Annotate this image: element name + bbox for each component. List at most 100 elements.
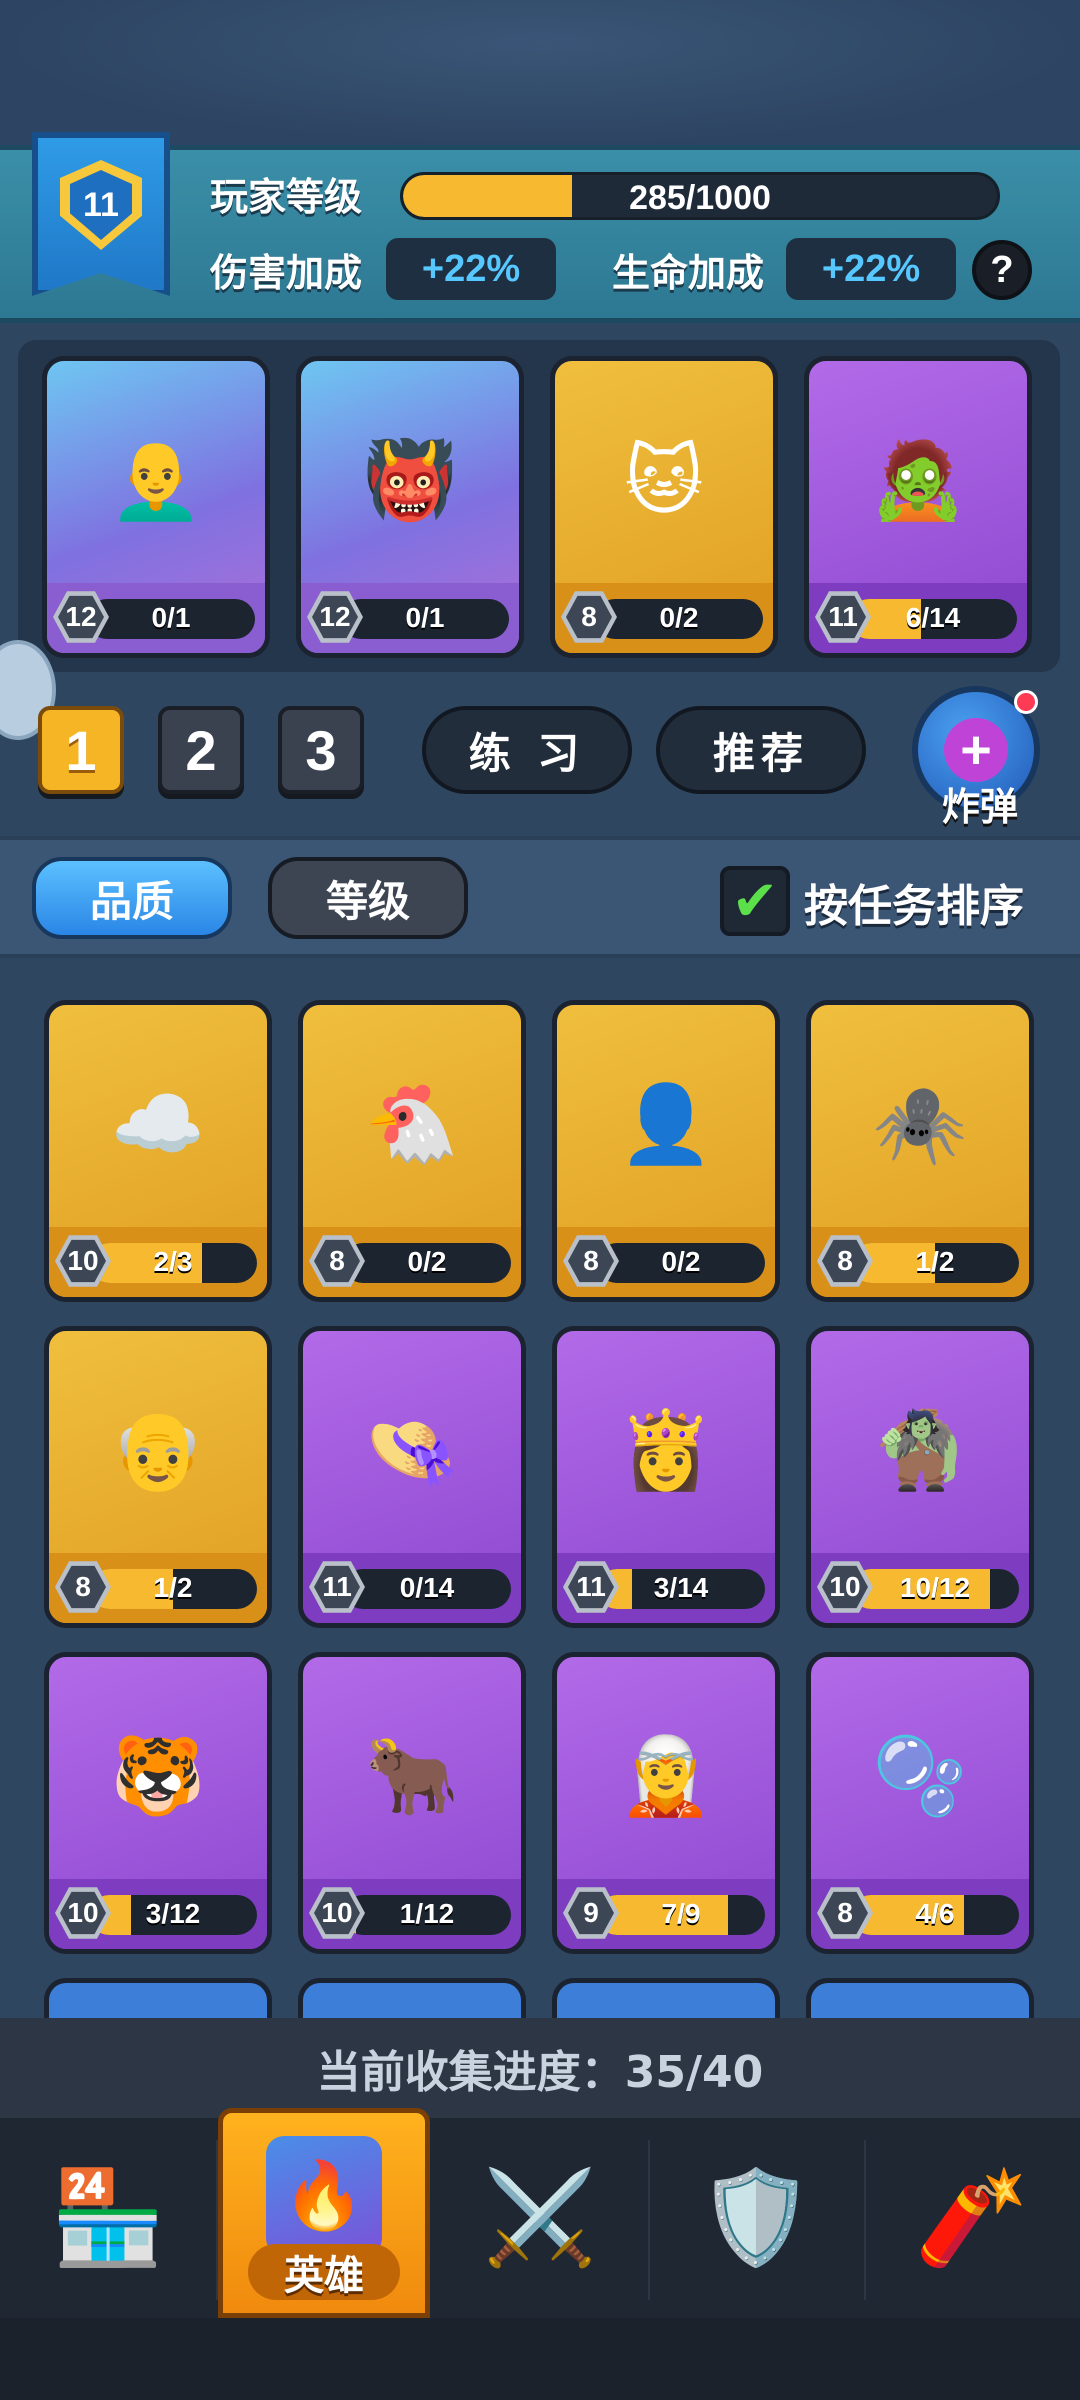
card-progress-text: 0/14 [399,1572,455,1603]
hero-portrait-icon: 👹 [362,435,458,524]
hero-level-number: 11 [820,595,866,639]
hero-card[interactable]: 👴 1/2 8 [44,1326,272,1628]
hero-card[interactable]: 👨‍🦲 0/1 12 [42,356,270,658]
nav-events[interactable]: 🧨 [864,2118,1080,2318]
card-progress-text: 2/3 [153,1246,193,1277]
practice-button[interactable]: 练 习 [422,706,632,794]
card-progress-bar: 0/1 [341,599,509,639]
nav-shop[interactable]: 🏪 [0,2118,216,2318]
task-sort-checkbox[interactable]: ✔ [720,866,790,936]
top-background [0,0,1080,145]
hero-level-number: 9 [568,1891,614,1935]
deck-tab-3[interactable]: 3 [278,706,364,794]
hero-card[interactable]: 🐔 0/2 8 [298,1000,526,1302]
hero-portrait-icon: 🫧 [872,1731,968,1820]
hero-level-number: 8 [60,1565,106,1609]
hero-level-number: 10 [60,1239,106,1283]
hero-level-number: 12 [58,595,104,639]
hero-level-number: 8 [822,1891,868,1935]
hero-level-number: 8 [314,1239,360,1283]
card-progress-bar: 6/14 [849,599,1017,639]
card-progress-bar: 3/14 [597,1569,765,1609]
hero-level-number: 10 [314,1891,360,1935]
hero-portrait-icon: 👤 [618,1079,714,1168]
hero-card[interactable]: 👒 0/14 11 [298,1326,526,1628]
hero-level-number: 8 [568,1239,614,1283]
hero-card[interactable]: 🧝 7/9 9 [552,1652,780,1954]
hero-portrait-icon: 🐂 [364,1731,460,1820]
card-progress-text: 6/14 [905,602,961,633]
hero-card[interactable]: 🧟 6/14 11 [804,356,1032,658]
hp-bonus-label: 生命加成 [612,251,765,295]
crossed-swords-icon: ⚔️ [482,2164,598,2271]
hero-portrait-icon: 🧝 [618,1731,714,1820]
nav-heroes-label: 英雄 [248,2244,400,2300]
card-progress-bar: 2/3 [89,1243,257,1283]
firecracker-icon: 🧨 [914,2164,1030,2271]
player-level-number: 11 [70,170,132,240]
task-sort-label: 按任务排序 [804,881,1024,932]
card-progress-text: 0/2 [661,1246,701,1277]
hero-portrait-icon: 🐔 [364,1079,460,1168]
hero-portrait-icon: 🐯 [110,1731,206,1820]
card-progress-text: 0/2 [659,602,699,633]
card-progress-text: 10/12 [899,1572,971,1603]
damage-bonus-value: +22% [386,238,556,300]
bomb-plus-icon: + [944,718,1008,782]
player-level-label: 玩家等级 [210,175,363,219]
card-progress-bar: 1/12 [343,1895,511,1935]
hero-portrait-icon: 🧟 [870,435,966,524]
xp-progress-text: 285/1000 [629,179,771,217]
card-progress-bar: 1/2 [89,1569,257,1609]
card-progress-bar: 4/6 [851,1895,1019,1935]
hero-level-number: 12 [312,595,358,639]
hero-portrait-icon: ☁️ [110,1079,206,1168]
hero-card[interactable]: 🐯 3/12 10 [44,1652,272,1954]
card-progress-text: 0/1 [405,602,445,633]
card-progress-text: 0/1 [151,602,191,633]
hero-card[interactable]: 👤 0/2 8 [552,1000,780,1302]
hero-card[interactable]: 👸 3/14 11 [552,1326,780,1628]
card-progress-text: 3/12 [145,1898,201,1929]
damage-bonus-label: 伤害加成 [210,251,363,295]
card-progress-bar: 0/14 [343,1569,511,1609]
hero-portrait-icon: 👨‍🦲 [108,435,204,524]
card-progress-bar: 0/1 [87,599,255,639]
hero-card[interactable]: 🫧 4/6 8 [806,1652,1034,1954]
hero-portrait-icon: 👒 [364,1405,460,1494]
recommend-button[interactable]: 推荐 [656,706,866,794]
hero-level-number: 10 [822,1565,868,1609]
notification-dot [1014,690,1038,714]
card-progress-bar: 1/2 [851,1243,1019,1283]
heroes-flame-icon: 🔥 [266,2136,382,2256]
sort-by-level-button[interactable]: 等级 [268,857,468,939]
deck-tab-1[interactable]: 1 [38,706,124,794]
clan-shield-icon: 🛡️ [698,2164,814,2271]
help-button[interactable]: ? [972,240,1032,300]
hero-level-number: 10 [60,1891,106,1935]
card-progress-text: 1/2 [153,1572,193,1603]
hero-level-number: 11 [568,1565,614,1609]
hero-level-number: 8 [822,1239,868,1283]
hero-portrait-icon: 🐱 [624,435,704,525]
hero-card[interactable]: 🧌 10/12 10 [806,1326,1034,1628]
card-progress-text: 1/12 [399,1898,455,1929]
card-progress-text: 7/9 [661,1898,701,1929]
deck-tab-2[interactable]: 2 [158,706,244,794]
bomb-label: 炸弹 [941,785,1018,829]
nav-clan[interactable]: 🛡️ [648,2118,864,2318]
hero-card[interactable]: 🐱 0/2 8 [550,356,778,658]
hero-card[interactable]: 🐂 1/12 10 [298,1652,526,1954]
sort-by-quality-button[interactable]: 品质 [32,857,232,939]
hero-card[interactable]: 👹 0/1 12 [296,356,524,658]
hp-bonus-value: +22% [786,238,956,300]
hero-card[interactable]: 🕷️ 1/2 8 [806,1000,1034,1302]
card-progress-bar: 7/9 [597,1895,765,1935]
hero-card[interactable]: ☁️ 2/3 10 [44,1000,272,1302]
player-level-badge[interactable]: 11 [32,132,170,296]
card-progress-bar: 0/2 [595,599,763,639]
card-progress-text: 0/2 [407,1246,447,1277]
card-progress-bar: 0/2 [597,1243,765,1283]
nav-battle[interactable]: ⚔️ [432,2118,648,2318]
collection-progress-text: 当前收集进度：35/40 [0,2018,1080,2118]
